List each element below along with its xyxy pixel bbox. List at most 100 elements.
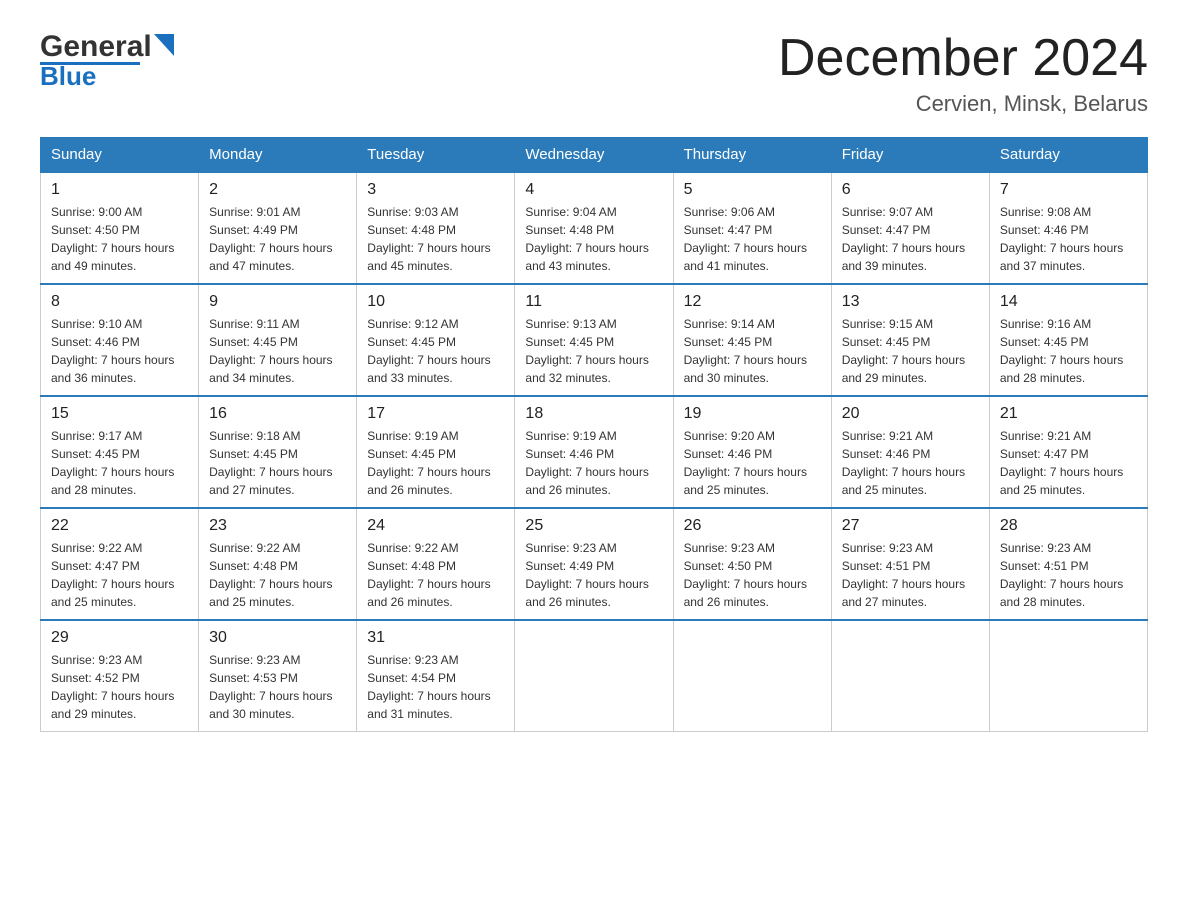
calendar-cell: 6 Sunrise: 9:07 AM Sunset: 4:47 PM Dayli… <box>831 172 989 284</box>
day-number: 7 <box>1000 181 1137 199</box>
day-number: 28 <box>1000 517 1137 535</box>
calendar-cell: 18 Sunrise: 9:19 AM Sunset: 4:46 PM Dayl… <box>515 396 673 508</box>
day-info: Sunrise: 9:18 AM Sunset: 4:45 PM Dayligh… <box>209 427 346 499</box>
calendar-cell <box>831 620 989 732</box>
day-info: Sunrise: 9:06 AM Sunset: 4:47 PM Dayligh… <box>684 203 821 275</box>
logo-triangle-icon <box>154 34 174 56</box>
calendar-cell: 31 Sunrise: 9:23 AM Sunset: 4:54 PM Dayl… <box>357 620 515 732</box>
calendar-cell: 11 Sunrise: 9:13 AM Sunset: 4:45 PM Dayl… <box>515 284 673 396</box>
week-row-4: 22 Sunrise: 9:22 AM Sunset: 4:47 PM Dayl… <box>41 508 1148 620</box>
page-header: General Blue December 2024 Cervien, Mins… <box>40 30 1148 117</box>
header-monday: Monday <box>199 138 357 173</box>
day-number: 26 <box>684 517 821 535</box>
day-number: 5 <box>684 181 821 199</box>
day-info: Sunrise: 9:23 AM Sunset: 4:52 PM Dayligh… <box>51 651 188 723</box>
calendar-cell <box>515 620 673 732</box>
day-number: 27 <box>842 517 979 535</box>
calendar-cell: 16 Sunrise: 9:18 AM Sunset: 4:45 PM Dayl… <box>199 396 357 508</box>
day-number: 16 <box>209 405 346 423</box>
calendar-cell: 15 Sunrise: 9:17 AM Sunset: 4:45 PM Dayl… <box>41 396 199 508</box>
calendar-cell: 29 Sunrise: 9:23 AM Sunset: 4:52 PM Dayl… <box>41 620 199 732</box>
week-row-3: 15 Sunrise: 9:17 AM Sunset: 4:45 PM Dayl… <box>41 396 1148 508</box>
calendar-cell: 14 Sunrise: 9:16 AM Sunset: 4:45 PM Dayl… <box>989 284 1147 396</box>
logo: General Blue <box>40 30 174 92</box>
calendar-cell: 19 Sunrise: 9:20 AM Sunset: 4:46 PM Dayl… <box>673 396 831 508</box>
day-number: 4 <box>525 181 662 199</box>
calendar-cell: 1 Sunrise: 9:00 AM Sunset: 4:50 PM Dayli… <box>41 172 199 284</box>
day-number: 29 <box>51 629 188 647</box>
day-info: Sunrise: 9:20 AM Sunset: 4:46 PM Dayligh… <box>684 427 821 499</box>
day-number: 18 <box>525 405 662 423</box>
header-saturday: Saturday <box>989 138 1147 173</box>
calendar-cell: 28 Sunrise: 9:23 AM Sunset: 4:51 PM Dayl… <box>989 508 1147 620</box>
day-number: 8 <box>51 293 188 311</box>
day-info: Sunrise: 9:21 AM Sunset: 4:46 PM Dayligh… <box>842 427 979 499</box>
day-number: 13 <box>842 293 979 311</box>
calendar-cell: 30 Sunrise: 9:23 AM Sunset: 4:53 PM Dayl… <box>199 620 357 732</box>
week-row-2: 8 Sunrise: 9:10 AM Sunset: 4:46 PM Dayli… <box>41 284 1148 396</box>
day-info: Sunrise: 9:01 AM Sunset: 4:49 PM Dayligh… <box>209 203 346 275</box>
day-info: Sunrise: 9:23 AM Sunset: 4:51 PM Dayligh… <box>842 539 979 611</box>
calendar-cell: 12 Sunrise: 9:14 AM Sunset: 4:45 PM Dayl… <box>673 284 831 396</box>
calendar-cell: 7 Sunrise: 9:08 AM Sunset: 4:46 PM Dayli… <box>989 172 1147 284</box>
header-sunday: Sunday <box>41 138 199 173</box>
day-number: 12 <box>684 293 821 311</box>
day-info: Sunrise: 9:08 AM Sunset: 4:46 PM Dayligh… <box>1000 203 1137 275</box>
day-number: 17 <box>367 405 504 423</box>
calendar-cell: 13 Sunrise: 9:15 AM Sunset: 4:45 PM Dayl… <box>831 284 989 396</box>
calendar-cell: 9 Sunrise: 9:11 AM Sunset: 4:45 PM Dayli… <box>199 284 357 396</box>
day-info: Sunrise: 9:00 AM Sunset: 4:50 PM Dayligh… <box>51 203 188 275</box>
day-number: 3 <box>367 181 504 199</box>
day-number: 30 <box>209 629 346 647</box>
month-year-title: December 2024 <box>778 30 1148 87</box>
day-number: 15 <box>51 405 188 423</box>
day-info: Sunrise: 9:22 AM Sunset: 4:48 PM Dayligh… <box>209 539 346 611</box>
calendar-cell: 24 Sunrise: 9:22 AM Sunset: 4:48 PM Dayl… <box>357 508 515 620</box>
day-info: Sunrise: 9:21 AM Sunset: 4:47 PM Dayligh… <box>1000 427 1137 499</box>
day-info: Sunrise: 9:23 AM Sunset: 4:50 PM Dayligh… <box>684 539 821 611</box>
calendar-cell: 2 Sunrise: 9:01 AM Sunset: 4:49 PM Dayli… <box>199 172 357 284</box>
day-info: Sunrise: 9:04 AM Sunset: 4:48 PM Dayligh… <box>525 203 662 275</box>
day-number: 25 <box>525 517 662 535</box>
day-number: 9 <box>209 293 346 311</box>
day-info: Sunrise: 9:23 AM Sunset: 4:51 PM Dayligh… <box>1000 539 1137 611</box>
header-wednesday: Wednesday <box>515 138 673 173</box>
logo-name-part2: Blue <box>40 61 96 92</box>
day-info: Sunrise: 9:14 AM Sunset: 4:45 PM Dayligh… <box>684 315 821 387</box>
day-info: Sunrise: 9:11 AM Sunset: 4:45 PM Dayligh… <box>209 315 346 387</box>
header-thursday: Thursday <box>673 138 831 173</box>
day-info: Sunrise: 9:22 AM Sunset: 4:47 PM Dayligh… <box>51 539 188 611</box>
week-row-1: 1 Sunrise: 9:00 AM Sunset: 4:50 PM Dayli… <box>41 172 1148 284</box>
title-area: December 2024 Cervien, Minsk, Belarus <box>778 30 1148 117</box>
day-number: 21 <box>1000 405 1137 423</box>
day-info: Sunrise: 9:03 AM Sunset: 4:48 PM Dayligh… <box>367 203 504 275</box>
calendar-cell: 17 Sunrise: 9:19 AM Sunset: 4:45 PM Dayl… <box>357 396 515 508</box>
calendar-cell: 4 Sunrise: 9:04 AM Sunset: 4:48 PM Dayli… <box>515 172 673 284</box>
day-number: 23 <box>209 517 346 535</box>
calendar-cell: 8 Sunrise: 9:10 AM Sunset: 4:46 PM Dayli… <box>41 284 199 396</box>
calendar-cell: 5 Sunrise: 9:06 AM Sunset: 4:47 PM Dayli… <box>673 172 831 284</box>
calendar-cell: 21 Sunrise: 9:21 AM Sunset: 4:47 PM Dayl… <box>989 396 1147 508</box>
day-info: Sunrise: 9:23 AM Sunset: 4:54 PM Dayligh… <box>367 651 504 723</box>
calendar-cell: 10 Sunrise: 9:12 AM Sunset: 4:45 PM Dayl… <box>357 284 515 396</box>
day-info: Sunrise: 9:07 AM Sunset: 4:47 PM Dayligh… <box>842 203 979 275</box>
day-info: Sunrise: 9:17 AM Sunset: 4:45 PM Dayligh… <box>51 427 188 499</box>
calendar-cell: 26 Sunrise: 9:23 AM Sunset: 4:50 PM Dayl… <box>673 508 831 620</box>
day-info: Sunrise: 9:19 AM Sunset: 4:45 PM Dayligh… <box>367 427 504 499</box>
day-number: 10 <box>367 293 504 311</box>
calendar-cell: 22 Sunrise: 9:22 AM Sunset: 4:47 PM Dayl… <box>41 508 199 620</box>
day-number: 20 <box>842 405 979 423</box>
day-info: Sunrise: 9:16 AM Sunset: 4:45 PM Dayligh… <box>1000 315 1137 387</box>
day-number: 6 <box>842 181 979 199</box>
calendar-table: Sunday Monday Tuesday Wednesday Thursday… <box>40 137 1148 732</box>
calendar-cell: 20 Sunrise: 9:21 AM Sunset: 4:46 PM Dayl… <box>831 396 989 508</box>
day-info: Sunrise: 9:13 AM Sunset: 4:45 PM Dayligh… <box>525 315 662 387</box>
logo-name-part1: General <box>40 30 152 64</box>
week-row-5: 29 Sunrise: 9:23 AM Sunset: 4:52 PM Dayl… <box>41 620 1148 732</box>
header-tuesday: Tuesday <box>357 138 515 173</box>
location-subtitle: Cervien, Minsk, Belarus <box>778 91 1148 117</box>
weekday-header-row: Sunday Monday Tuesday Wednesday Thursday… <box>41 138 1148 173</box>
day-info: Sunrise: 9:10 AM Sunset: 4:46 PM Dayligh… <box>51 315 188 387</box>
day-number: 19 <box>684 405 821 423</box>
calendar-cell <box>673 620 831 732</box>
